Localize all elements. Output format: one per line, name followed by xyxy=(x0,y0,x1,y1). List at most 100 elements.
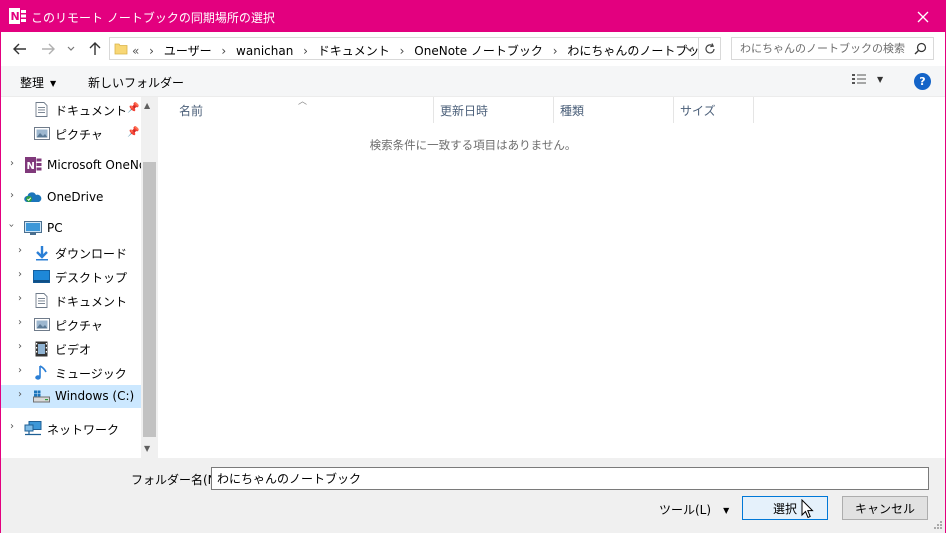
breadcrumb: « › ユーザー › wanichan › ドキュメント › OneNote ノ… xyxy=(132,42,711,59)
title-bar: N このリモート ノートブックの同期場所の選択 xyxy=(1,1,945,32)
nav-quick-pictures[interactable]: ピクチャ 📌 xyxy=(1,122,141,145)
nav-desktop[interactable]: › デスクトップ xyxy=(1,265,141,288)
search-icon xyxy=(914,42,927,55)
nav-pc[interactable]: › PC xyxy=(1,217,141,240)
network-icon xyxy=(24,421,42,436)
nav-label: ネットワーク xyxy=(47,423,120,437)
file-list: ︿ 名前 更新日時 種類 サイズ 検索条件に一致する項目はありません。 xyxy=(158,97,945,458)
onenote-icon: N xyxy=(9,8,26,24)
chevron-right-icon[interactable]: › xyxy=(18,341,22,352)
address-bar[interactable]: « › ユーザー › wanichan › ドキュメント › OneNote ノ… xyxy=(109,37,711,60)
download-icon xyxy=(36,246,48,261)
breadcrumb-separator-icon[interactable]: › xyxy=(221,44,226,58)
window-title: このリモート ノートブックの同期場所の選択 xyxy=(31,11,275,25)
nav-pictures[interactable]: › ピクチャ xyxy=(1,313,141,336)
breadcrumb-separator-icon[interactable]: › xyxy=(553,44,558,58)
nav-onedrive[interactable]: › OneDrive xyxy=(1,186,141,209)
nav-label: ドキュメント xyxy=(55,104,128,118)
command-bar: 整理 ▼ 新しいフォルダー ▼ ? xyxy=(1,66,945,97)
recent-locations-button[interactable] xyxy=(63,38,79,60)
details-view-icon xyxy=(852,74,866,84)
breadcrumb-item-users[interactable]: ユーザー xyxy=(164,42,212,59)
resize-grip-icon[interactable] xyxy=(933,520,943,530)
cancel-button[interactable]: キャンセル xyxy=(842,496,928,520)
chevron-right-icon[interactable]: › xyxy=(18,293,22,304)
onenote-icon: N xyxy=(25,157,42,173)
document-icon xyxy=(35,293,48,308)
forward-button[interactable] xyxy=(37,38,59,60)
music-icon xyxy=(35,365,47,380)
nav-quick-documents[interactable]: ドキュメント 📌 xyxy=(1,98,141,121)
column-header-name[interactable]: 名前 xyxy=(173,97,434,123)
breadcrumb-item-user[interactable]: wanichan xyxy=(236,44,293,58)
mouse-cursor-icon xyxy=(801,499,814,519)
chevron-right-icon[interactable]: › xyxy=(10,421,14,432)
chevron-right-icon[interactable]: › xyxy=(18,245,22,256)
new-folder-button[interactable]: 新しいフォルダー xyxy=(88,74,184,91)
tools-label: ツール(L) xyxy=(659,503,712,517)
column-header-label: 種類 xyxy=(560,103,585,118)
chevron-right-icon[interactable]: › xyxy=(18,365,22,376)
chevron-right-icon[interactable]: › xyxy=(18,269,22,280)
nav-downloads[interactable]: › ダウンロード xyxy=(1,241,141,264)
pin-icon[interactable]: 📌 xyxy=(127,127,139,138)
svg-text:N: N xyxy=(27,161,35,172)
column-header-type[interactable]: 種類 xyxy=(554,97,674,123)
close-button[interactable] xyxy=(901,1,945,32)
refresh-button[interactable] xyxy=(699,37,721,60)
breadcrumb-item-onenote[interactable]: OneNote ノートブック xyxy=(414,42,543,59)
svg-text:N: N xyxy=(11,10,20,23)
chevron-down-icon xyxy=(67,46,75,51)
nav-label: デスクトップ xyxy=(55,271,128,285)
tools-dropdown[interactable]: ツール(L) ▼ xyxy=(659,501,729,518)
chevron-right-icon[interactable]: › xyxy=(18,389,22,400)
column-header-label: 更新日時 xyxy=(440,103,489,118)
back-button[interactable] xyxy=(9,38,31,60)
column-header-label: 名前 xyxy=(179,103,204,118)
nav-onenote[interactable]: › N Microsoft OneNote xyxy=(1,154,158,177)
pictures-icon xyxy=(34,318,50,331)
chevron-right-icon[interactable]: › xyxy=(10,190,14,201)
computer-icon xyxy=(24,221,42,235)
chevron-right-icon[interactable]: › xyxy=(18,317,22,328)
search-input[interactable] xyxy=(732,38,910,59)
pin-icon[interactable]: 📌 xyxy=(127,103,139,114)
navigation-pane: ドキュメント 📌 ピクチャ 📌 › N Microsoft OneNote › … xyxy=(1,97,158,458)
select-button[interactable]: 選択 xyxy=(742,496,828,520)
nav-windows-drive[interactable]: › Windows (C:) xyxy=(1,385,141,408)
help-button[interactable]: ? xyxy=(914,73,931,90)
arrow-up-icon xyxy=(89,42,101,55)
nav-label: OneDrive xyxy=(47,190,104,204)
nav-network[interactable]: › ネットワーク xyxy=(1,417,141,440)
arrow-right-icon xyxy=(42,43,55,55)
nav-label: Windows (C:) xyxy=(55,389,135,403)
organize-button[interactable]: 整理 ▼ xyxy=(20,74,56,91)
chevron-right-icon[interactable]: › xyxy=(10,158,14,169)
scroll-down-icon[interactable]: ▼ xyxy=(144,444,150,453)
scrollbar-thumb[interactable] xyxy=(143,162,156,437)
column-header-size[interactable]: サイズ xyxy=(674,97,754,123)
search-box[interactable] xyxy=(731,37,934,60)
chevron-down-icon[interactable]: › xyxy=(6,224,17,228)
column-header-date[interactable]: 更新日時 xyxy=(434,97,554,123)
breadcrumb-separator-icon[interactable]: › xyxy=(303,44,308,58)
breadcrumb-item-documents[interactable]: ドキュメント xyxy=(318,42,390,59)
nav-videos[interactable]: › ビデオ xyxy=(1,337,141,360)
nav-label: ミュージック xyxy=(55,367,127,381)
nav-label: ピクチャ xyxy=(55,128,103,142)
nav-scrollbar[interactable]: ▲ ▼ xyxy=(141,97,158,458)
navigation-row: « › ユーザー › wanichan › ドキュメント › OneNote ノ… xyxy=(1,32,945,66)
breadcrumb-separator-icon[interactable]: › xyxy=(149,44,154,58)
breadcrumb-overflow[interactable]: « xyxy=(132,44,139,58)
address-history-button[interactable] xyxy=(680,38,698,59)
dialog-footer: フォルダー名(N): ツール(L)▼ 選択 キャンセル xyxy=(1,458,945,533)
nav-documents[interactable]: › ドキュメント xyxy=(1,289,141,312)
scroll-up-icon[interactable]: ▲ xyxy=(144,101,150,110)
breadcrumb-separator-icon[interactable]: › xyxy=(400,44,405,58)
pictures-icon xyxy=(34,127,50,140)
up-button[interactable] xyxy=(84,38,106,60)
organize-label: 整理 xyxy=(20,76,45,90)
nav-music[interactable]: › ミュージック xyxy=(1,361,141,384)
folder-name-input[interactable] xyxy=(211,467,929,490)
view-options-button[interactable]: ▼ xyxy=(851,73,883,86)
